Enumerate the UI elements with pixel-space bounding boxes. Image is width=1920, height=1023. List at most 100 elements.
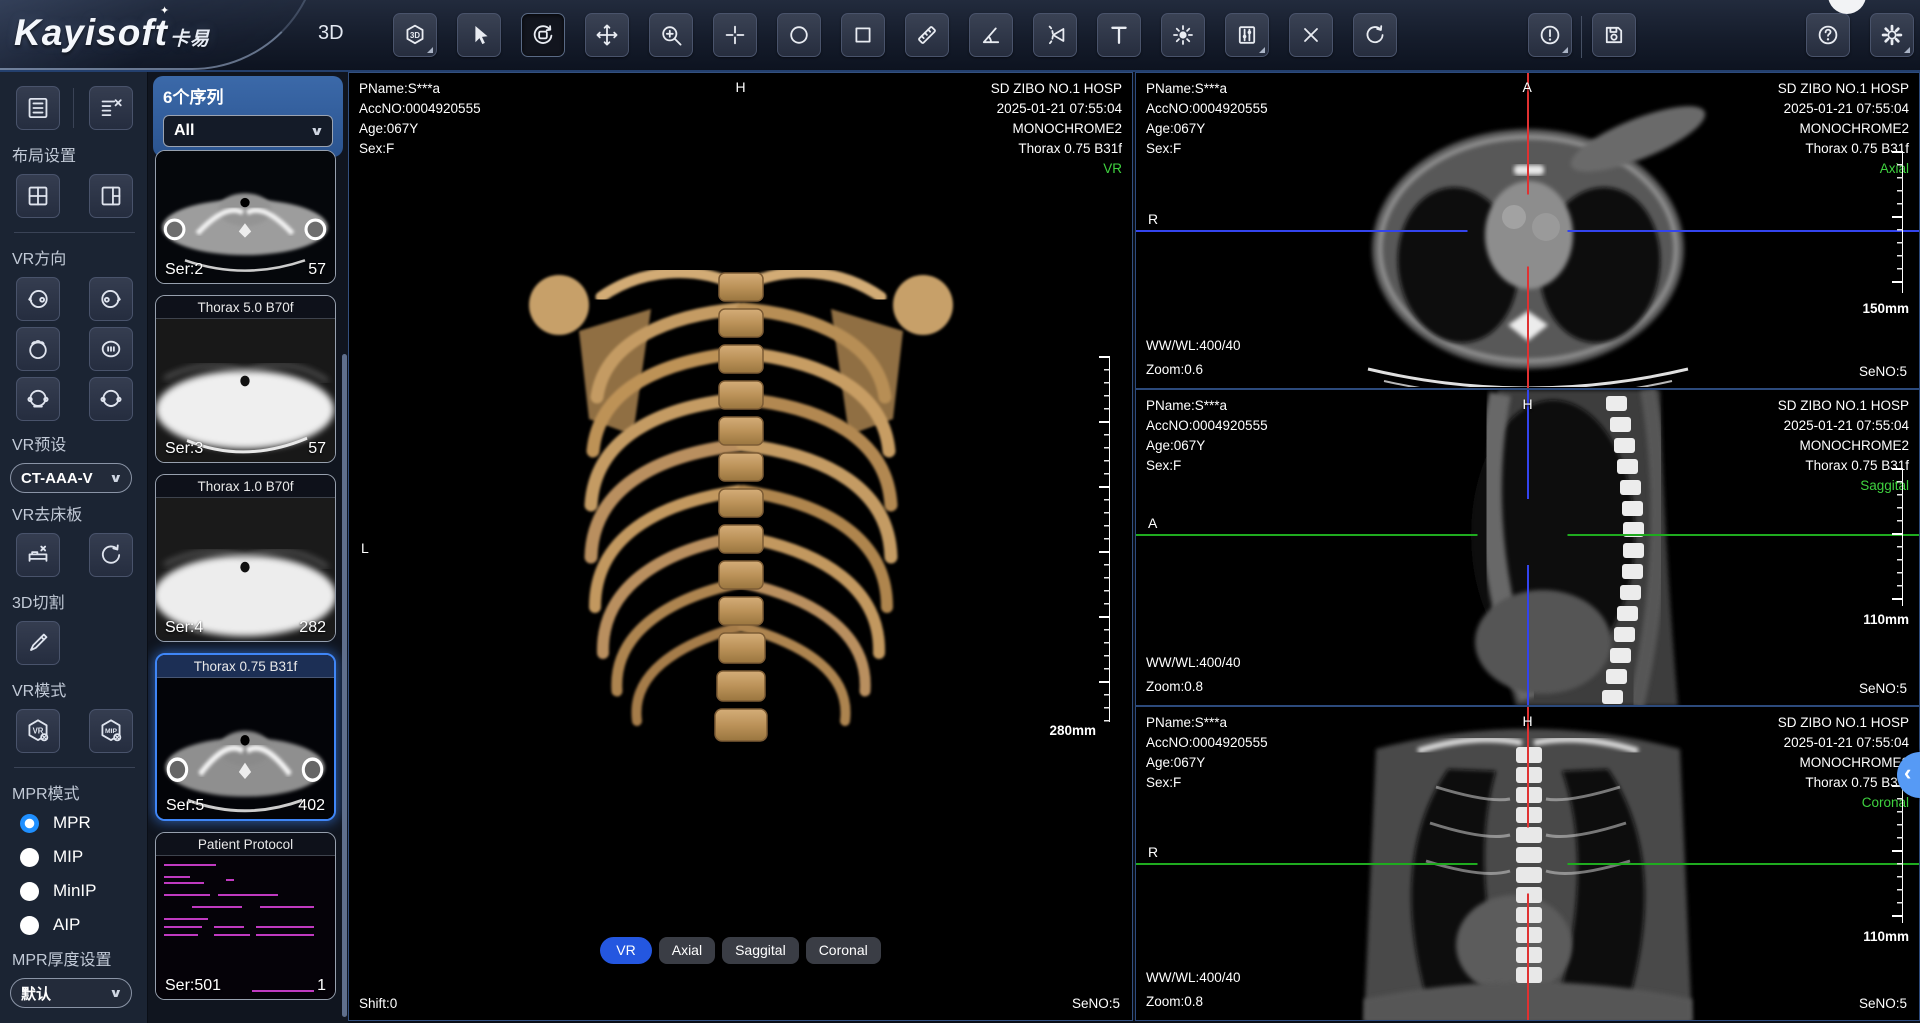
toolbar-right-group [1806, 13, 1914, 57]
mpr-radio-option[interactable]: MPR [0, 806, 147, 840]
patient-sex: Sex:F [359, 139, 481, 159]
patient-info-overlay: PName:S***a AccNO:0004920555 Age:067Y Se… [1146, 713, 1268, 793]
hospital-name: SD ZIBO NO.1 HOSP [1778, 713, 1909, 733]
text-annotate-icon[interactable] [1097, 13, 1141, 57]
patient-age: Age:067Y [1146, 119, 1268, 139]
mip-hexagon-icon[interactable]: MIP [89, 709, 133, 753]
crosshair-horizontal-blue[interactable] [1136, 230, 1919, 232]
series-card-ser5-selected[interactable]: Thorax 0.75 B31f [155, 653, 336, 821]
series-desc: Thorax 0.75 B31f [1778, 773, 1909, 793]
wwwl-zoom-overlay: WW/WL:400/40 Zoom:0.8 [1146, 966, 1241, 1014]
vr-preset-select[interactable]: CT-AAA-V ∨ [10, 463, 132, 493]
series-filter-select[interactable]: All ∨ [163, 115, 333, 147]
radio-label: MinIP [53, 881, 96, 901]
window-level-icon[interactable] [1225, 13, 1269, 57]
study-info-overlay: SD ZIBO NO.1 HOSP 2025-01-21 07:55:04 MO… [1778, 713, 1909, 813]
series-list-icon[interactable] [16, 86, 60, 130]
vr-button[interactable]: VR [600, 937, 651, 964]
patient-age: Age:067Y [359, 119, 481, 139]
layout-grid-2x2-icon[interactable] [16, 174, 60, 218]
study-datetime: 2025-01-21 07:55:04 [1778, 733, 1909, 753]
delete-icon[interactable] [1289, 13, 1333, 57]
orientation-left: A [1148, 513, 1157, 533]
shift-label: Shift:0 [359, 994, 397, 1014]
vr-preset-label: VR预设 [0, 421, 147, 457]
zoom-label: Zoom:0.6 [1146, 358, 1241, 382]
bed-reset-icon[interactable] [89, 533, 133, 577]
mip-radio-option[interactable]: MIP [0, 840, 147, 874]
vr-scale-ruler [1098, 356, 1110, 722]
orientation-left: L [361, 538, 369, 558]
sagittal-scale-ruler [1891, 468, 1903, 606]
head-bottom-icon[interactable] [89, 327, 133, 371]
crosshair-horizontal-green[interactable] [1136, 534, 1919, 536]
cobb-angle-icon[interactable] [1033, 13, 1077, 57]
crosshair-locate-icon[interactable] [713, 13, 757, 57]
zoom-in-icon[interactable] [649, 13, 693, 57]
series-card-ser4[interactable]: Thorax 1.0 B70f Ser:4 282 [155, 474, 336, 642]
left-sidebar: 布局设置 VR方向 [0, 72, 148, 1023]
layout-main-side-icon[interactable] [89, 174, 133, 218]
saggital-button[interactable]: Saggital [722, 937, 799, 964]
ellipse-icon[interactable] [777, 13, 821, 57]
vr-viewport[interactable]: PName:S***a AccNO:0004920555 Age:067Y Se… [348, 72, 1133, 1021]
coronal-viewport[interactable]: PName:S***a AccNO:0004920555 Age:067Y Se… [1135, 706, 1920, 1021]
series-panel-close-icon[interactable] [89, 86, 133, 130]
view-type-label: Coronal [1778, 793, 1909, 813]
series-card-ser2[interactable]: Ser:2 57 [155, 150, 336, 284]
coronal-scale-ruler [1891, 785, 1903, 923]
vr-scale-label: 280mm [1049, 723, 1096, 738]
series-card-ser3[interactable]: Thorax 5.0 B70f Ser:3 57 [155, 295, 336, 463]
user-avatar[interactable] [1828, 0, 1866, 14]
patient-name: PName:S***a [359, 79, 481, 99]
reset-icon[interactable] [1353, 13, 1397, 57]
mpr-thickness-select[interactable]: 默认 ∨ [10, 978, 132, 1008]
chevron-down-icon: ∨ [310, 124, 325, 138]
series-number: Ser:3 [165, 440, 203, 458]
crosshair-horizontal-green[interactable] [1136, 863, 1919, 865]
series-card-ser501[interactable]: Patient Protocol [155, 832, 336, 1000]
vr-direction-label: VR方向 [0, 233, 147, 271]
coronal-button[interactable]: Coronal [806, 937, 881, 964]
series-number: Ser:501 [165, 977, 221, 995]
angle-icon[interactable] [969, 13, 1013, 57]
head-top-icon[interactable] [16, 327, 60, 371]
scalpel-icon[interactable] [16, 621, 60, 665]
chevron-left-icon: ‹ [1904, 760, 1911, 786]
ruler-icon[interactable] [905, 13, 949, 57]
remove-bed-icon[interactable] [16, 533, 60, 577]
settings-icon[interactable] [1870, 13, 1914, 57]
axial-button[interactable]: Axial [659, 937, 715, 964]
rectangle-icon[interactable] [841, 13, 885, 57]
save-icon[interactable] [1592, 13, 1636, 57]
hospital-name: SD ZIBO NO.1 HOSP [991, 79, 1122, 99]
abnormal-info-icon[interactable] [1528, 13, 1572, 57]
aip-radio-option[interactable]: AIP [0, 908, 147, 942]
3d-view-icon[interactable]: 3D [393, 13, 437, 57]
study-datetime: 2025-01-21 07:55:04 [1778, 416, 1909, 436]
wwwl-label: WW/WL:400/40 [1146, 966, 1241, 990]
mpr-mode-label: MPR模式 [0, 768, 147, 806]
wwwl-label: WW/WL:400/40 [1146, 651, 1241, 675]
series-list: Ser:2 57 Thorax 5.0 B70f [148, 150, 348, 1023]
head-front-icon[interactable] [89, 377, 133, 421]
head-left-icon[interactable] [16, 277, 60, 321]
radio-icon [20, 882, 39, 901]
head-back-icon[interactable] [16, 377, 60, 421]
rotate-3d-icon[interactable] [521, 13, 565, 57]
head-right-icon[interactable] [89, 277, 133, 321]
help-icon[interactable] [1806, 13, 1850, 57]
orientation-top: H [736, 77, 746, 97]
zoom-label: Zoom:0.8 [1146, 990, 1241, 1014]
pointer-icon[interactable] [457, 13, 501, 57]
series-scrollbar[interactable] [342, 354, 347, 1017]
brightness-icon[interactable] [1161, 13, 1205, 57]
pan-icon[interactable] [585, 13, 629, 57]
crosshair-vertical-blue[interactable] [1527, 390, 1529, 705]
minip-radio-option[interactable]: MinIP [0, 874, 147, 908]
patient-accno: AccNO:0004920555 [1146, 733, 1268, 753]
axial-viewport[interactable]: PName:S***a AccNO:0004920555 Age:067Y Se… [1135, 72, 1920, 389]
patient-accno: AccNO:0004920555 [1146, 416, 1268, 436]
vr-hexagon-icon[interactable]: VR [16, 709, 60, 753]
sagittal-viewport[interactable]: PName:S***a AccNO:0004920555 Age:067Y Se… [1135, 389, 1920, 706]
